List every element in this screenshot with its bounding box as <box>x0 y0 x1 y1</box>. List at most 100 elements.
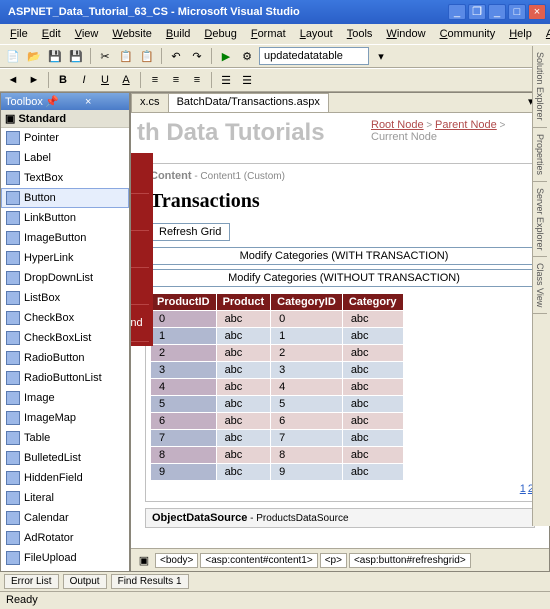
sidenav-item[interactable]: ng and <box>131 305 149 342</box>
table-row[interactable]: 8abc8abc <box>151 447 404 464</box>
bottom-tab-output[interactable]: Output <box>63 574 107 589</box>
breadcrumb-root[interactable]: Root Node <box>371 119 424 131</box>
menu-tools[interactable]: Tools <box>341 26 379 42</box>
menu-window[interactable]: Window <box>380 26 431 42</box>
bold-icon[interactable]: B <box>54 71 72 89</box>
table-row[interactable]: 4abc4abc <box>151 379 404 396</box>
bottom-tab-find-results-1[interactable]: Find Results 1 <box>111 574 189 589</box>
toolbox-item-radiobuttonlist[interactable]: RadioButtonList <box>1 368 129 388</box>
breadcrumb-parent[interactable]: Parent Node <box>435 119 497 131</box>
pin-icon[interactable]: 📌 <box>45 95 85 108</box>
nav-back-icon[interactable]: ◄ <box>4 71 22 89</box>
content-placeholder[interactable]: Content Content - Content1 (Custom)- Con… <box>145 163 543 502</box>
dropdown-icon[interactable]: ▾ <box>372 47 390 65</box>
grid-header[interactable]: Product <box>216 294 271 311</box>
toolbox-category[interactable]: ▣ Standard <box>1 110 129 128</box>
sidenav-item[interactable]: ng <box>131 194 149 231</box>
table-row[interactable]: 1abc1abc <box>151 328 404 345</box>
toolbox-item-fileupload[interactable]: FileUpload <box>1 548 129 568</box>
grid-header[interactable]: ProductID <box>151 294 217 311</box>
underline-icon[interactable]: U <box>96 71 114 89</box>
config-combo[interactable] <box>259 47 369 65</box>
sidenav-item[interactable]: g, <box>131 157 149 194</box>
tag-selector[interactable]: <p> <box>320 553 347 568</box>
design-view-icon[interactable]: ▣ <box>135 551 153 569</box>
dock-tab-server-explorer[interactable]: Server Explorer <box>533 182 547 258</box>
menu-view[interactable]: View <box>69 26 105 42</box>
toolbox-item-adrotator[interactable]: AdRotator <box>1 528 129 548</box>
modify-without-transaction-button[interactable]: Modify Categories (WITHOUT TRANSACTION) <box>150 269 538 287</box>
toolbox-item-wizard[interactable]: Wizard <box>1 568 129 571</box>
table-row[interactable]: 5abc5abc <box>151 396 404 413</box>
menu-edit[interactable]: Edit <box>36 26 67 42</box>
nav-fwd-icon[interactable]: ► <box>25 71 43 89</box>
toolbox-item-label[interactable]: Label <box>1 148 129 168</box>
align-center-icon[interactable]: ≡ <box>167 71 185 89</box>
toolbox-item-textbox[interactable]: TextBox <box>1 168 129 188</box>
toolbox-item-pointer[interactable]: Pointer <box>1 128 129 148</box>
restore-button[interactable]: ❐ <box>468 4 486 20</box>
dock-tab-solution-explorer[interactable]: Solution Explorer <box>533 46 547 128</box>
dock-tab-class-view[interactable]: Class View <box>533 257 547 314</box>
list-num-icon[interactable]: ☰ <box>238 71 256 89</box>
toolbox-item-listbox[interactable]: ListBox <box>1 288 129 308</box>
table-row[interactable]: 9abc9abc <box>151 464 404 481</box>
menu-addins[interactable]: Addins <box>540 26 550 42</box>
close-button[interactable]: × <box>528 4 546 20</box>
open-icon[interactable]: 📂 <box>25 47 43 65</box>
color-icon[interactable]: A <box>117 71 135 89</box>
design-surface[interactable]: th Data Tutorials Root Node > Parent Nod… <box>131 113 549 548</box>
toolbox-item-dropdownlist[interactable]: DropDownList <box>1 268 129 288</box>
play-icon[interactable]: ▶ <box>217 47 235 65</box>
table-row[interactable]: 7abc7abc <box>151 430 404 447</box>
table-row[interactable]: 2abc2abc <box>151 345 404 362</box>
toolbox-item-table[interactable]: Table <box>1 428 129 448</box>
tag-selector[interactable]: <body> <box>155 553 198 568</box>
dock-tab-properties[interactable]: Properties <box>533 128 547 182</box>
menu-layout[interactable]: Layout <box>294 26 339 42</box>
redo-icon[interactable]: ↷ <box>188 47 206 65</box>
toolbox-item-button[interactable]: Button <box>1 188 129 208</box>
menu-community[interactable]: Community <box>434 26 502 42</box>
grid-header[interactable]: Category <box>342 294 403 311</box>
toolbox-item-radiobutton[interactable]: RadioButton <box>1 348 129 368</box>
table-row[interactable]: 0abc0abc <box>151 311 404 328</box>
undo-icon[interactable]: ↶ <box>167 47 185 65</box>
pager-link[interactable]: 1 <box>520 483 526 495</box>
new-icon[interactable]: 📄 <box>4 47 22 65</box>
toolbox-item-hyperlink[interactable]: HyperLink <box>1 248 129 268</box>
sidenav-item[interactable]: with <box>131 231 149 268</box>
bottom-tab-error-list[interactable]: Error List <box>4 574 59 589</box>
list-bullet-icon[interactable]: ☰ <box>217 71 235 89</box>
align-left-icon[interactable]: ≡ <box>146 71 164 89</box>
toolbox-item-checkboxlist[interactable]: CheckBoxList <box>1 328 129 348</box>
products-gridview[interactable]: ProductIDProductCategoryIDCategory0abc0a… <box>150 293 404 481</box>
tab-aspx-file[interactable]: BatchData/Transactions.aspx <box>168 93 329 112</box>
menu-format[interactable]: Format <box>245 26 292 42</box>
tab-cs-file[interactable]: x.cs <box>131 93 169 112</box>
cut-icon[interactable]: ✂ <box>96 47 114 65</box>
menu-build[interactable]: Build <box>160 26 196 42</box>
maximize-button[interactable]: □ <box>508 4 526 20</box>
table-row[interactable]: 6abc6abc <box>151 413 404 430</box>
settings-icon[interactable]: ⚙ <box>238 47 256 65</box>
toolbox-item-imagemap[interactable]: ImageMap <box>1 408 129 428</box>
toolbox-item-hiddenfield[interactable]: HiddenField <box>1 468 129 488</box>
toolbox-item-bulletedlist[interactable]: BulletedList <box>1 448 129 468</box>
align-right-icon[interactable]: ≡ <box>188 71 206 89</box>
table-row[interactable]: 3abc3abc <box>151 362 404 379</box>
menu-help[interactable]: Help <box>503 26 538 42</box>
copy-icon[interactable]: 📋 <box>117 47 135 65</box>
minimize-button[interactable]: _ <box>448 4 466 20</box>
menu-website[interactable]: Website <box>106 26 158 42</box>
toolbox-item-image[interactable]: Image <box>1 388 129 408</box>
minimize2-button[interactable]: _ <box>488 4 506 20</box>
tag-selector[interactable]: <asp:button#refreshgrid> <box>349 553 471 568</box>
toolbox-close-icon[interactable]: × <box>85 96 125 108</box>
tag-selector[interactable]: <asp:content#content1> <box>200 553 317 568</box>
menu-debug[interactable]: Debug <box>198 26 242 42</box>
menu-file[interactable]: File <box>4 26 34 42</box>
toolbox-item-imagebutton[interactable]: ImageButton <box>1 228 129 248</box>
toolbox-item-literal[interactable]: Literal <box>1 488 129 508</box>
italic-icon[interactable]: I <box>75 71 93 89</box>
